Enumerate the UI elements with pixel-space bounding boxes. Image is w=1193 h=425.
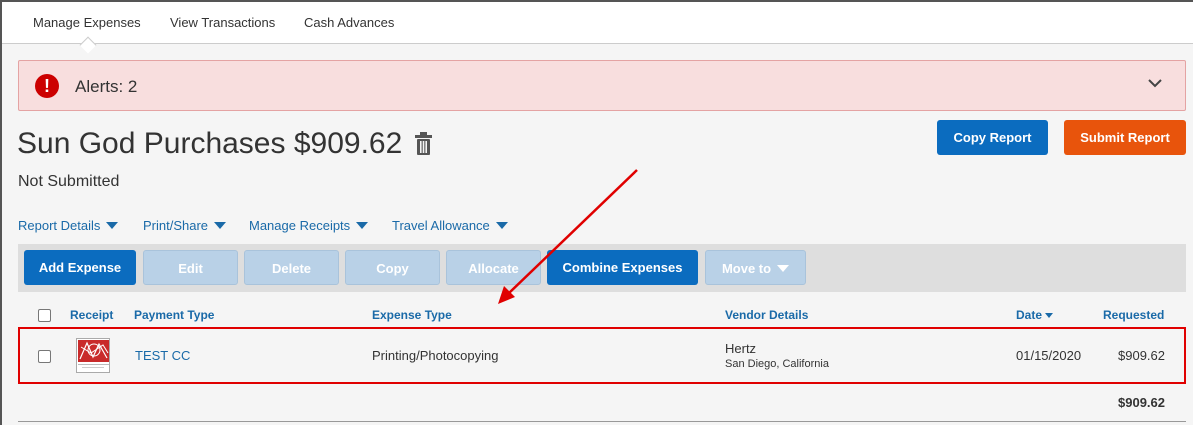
combine-expenses-button[interactable]: Combine Expenses	[547, 250, 698, 285]
total-amount: $909.62	[1118, 395, 1165, 410]
expense-toolbar: Add Expense Edit Delete Copy Allocate Co…	[18, 244, 1186, 292]
caret-down-icon	[106, 222, 119, 229]
caret-down-icon	[777, 265, 790, 272]
header-requested[interactable]: Requested	[1103, 308, 1164, 322]
print-share-menu[interactable]: Print/Share	[143, 218, 227, 233]
tab-manage-expenses[interactable]: Manage Expenses	[33, 15, 141, 30]
alerts-banner[interactable]: ! Alerts: 2	[18, 60, 1186, 111]
top-tab-bar: Manage Expenses View Transactions Cash A…	[2, 0, 1193, 54]
trash-icon[interactable]	[415, 132, 432, 156]
header-payment-type[interactable]: Payment Type	[134, 308, 214, 322]
header-date-label: Date	[1016, 308, 1043, 322]
delete-button[interactable]: Delete	[244, 250, 339, 285]
report-title: Sun God Purchases $909.62	[17, 127, 403, 160]
caret-down-icon	[495, 222, 508, 229]
copy-button[interactable]: Copy	[345, 250, 440, 285]
header-vendor-details[interactable]: Vendor Details	[725, 308, 808, 322]
tab-cash-advances[interactable]: Cash Advances	[304, 15, 394, 30]
manage-receipts-menu[interactable]: Manage Receipts	[249, 218, 369, 233]
copy-report-button[interactable]: Copy Report	[937, 120, 1048, 155]
chevron-down-icon[interactable]	[1147, 75, 1163, 93]
travel-allowance-menu[interactable]: Travel Allowance	[392, 218, 508, 233]
row-highlight-box	[18, 327, 1186, 384]
print-share-label: Print/Share	[143, 218, 209, 233]
allocate-button[interactable]: Allocate	[446, 250, 541, 285]
submit-report-button[interactable]: Submit Report	[1064, 120, 1186, 155]
header-receipt[interactable]: Receipt	[70, 308, 113, 322]
move-to-label: Move to	[721, 261, 772, 276]
caret-down-icon	[214, 222, 227, 229]
report-details-menu[interactable]: Report Details	[18, 218, 119, 233]
exclamation-icon: !	[35, 74, 59, 98]
manage-receipts-label: Manage Receipts	[249, 218, 351, 233]
caret-down-icon	[356, 222, 369, 229]
edit-button[interactable]: Edit	[143, 250, 238, 285]
travel-allowance-label: Travel Allowance	[392, 218, 490, 233]
report-details-label: Report Details	[18, 218, 101, 233]
header-expense-type[interactable]: Expense Type	[372, 308, 452, 322]
alerts-count-text: Alerts: 2	[75, 77, 138, 96]
sort-desc-icon	[1045, 313, 1054, 318]
select-all-checkbox[interactable]	[38, 309, 51, 322]
report-status: Not Submitted	[18, 173, 120, 190]
move-to-button[interactable]: Move to	[705, 250, 806, 285]
add-expense-button[interactable]: Add Expense	[24, 250, 136, 285]
table-bottom-divider	[18, 421, 1186, 422]
header-date[interactable]: Date	[1016, 308, 1054, 322]
tab-view-transactions[interactable]: View Transactions	[170, 15, 275, 30]
